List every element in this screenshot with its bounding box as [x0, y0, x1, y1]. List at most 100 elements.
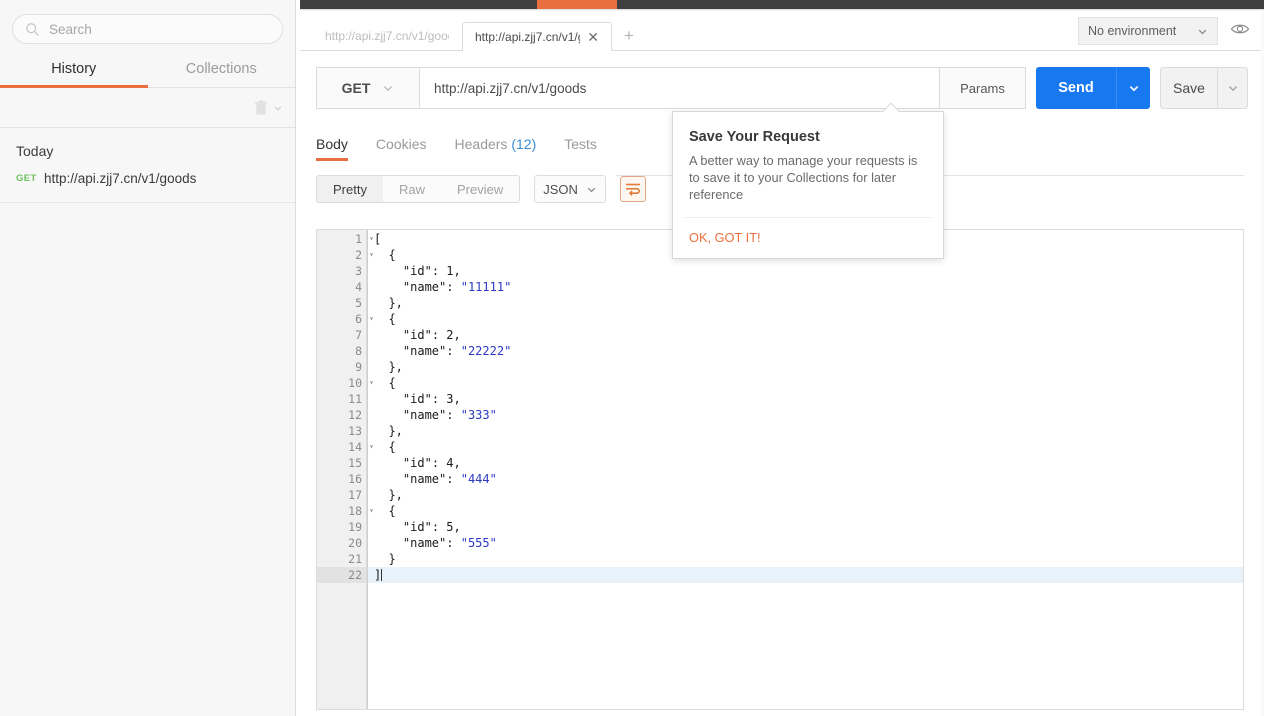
chevron-down-icon [1129, 85, 1138, 92]
request-tab-active[interactable]: http://api.zjj7.cn/v1/go ✕ [462, 22, 612, 51]
code-line: "name": "444" [368, 471, 1243, 487]
params-button[interactable]: Params [940, 67, 1026, 109]
code-token-pun: }, [388, 488, 403, 502]
code-line: "id": 4, [368, 455, 1243, 471]
code-token-pun: { [388, 312, 396, 326]
gutter-line: 7 [355, 328, 362, 342]
history-item-url: http://api.zjj7.cn/v1/goods [44, 171, 197, 186]
method-select[interactable]: GET [316, 67, 420, 109]
code-line: "id": 3, [368, 391, 1243, 407]
code-token-pun: : [446, 344, 461, 358]
send-button[interactable]: Send [1036, 67, 1116, 109]
history-item[interactable]: GET http://api.zjj7.cn/v1/goods [0, 159, 295, 198]
code-token-key: "id" [402, 392, 432, 406]
code-token-key: "id" [402, 328, 432, 342]
gutter-line: 12 [348, 408, 362, 422]
url-input[interactable] [434, 80, 925, 96]
history-group-label: Today [16, 143, 54, 159]
tab-cookies[interactable]: Cookies [376, 136, 427, 161]
editor-code-area[interactable]: [ { "id": 1, "name": "11111" }, { "id": … [367, 230, 1243, 709]
gutter-line: 16 [348, 472, 362, 486]
language-value: JSON [543, 181, 578, 197]
gutter-line: 13 [348, 424, 362, 438]
sidebar-tab-collections[interactable]: Collections [148, 54, 296, 87]
format-preview[interactable]: Preview [440, 176, 520, 202]
request-tab-background[interactable]: http://api.zjj7.cn/v1/goods [312, 21, 462, 50]
sidebar-tab-history[interactable]: History [0, 54, 148, 88]
tab-tests[interactable]: Tests [564, 136, 597, 161]
chevron-down-icon [1198, 29, 1207, 34]
code-token-pun: { [388, 440, 396, 454]
code-line: } [368, 551, 1243, 567]
code-token-key: "name" [402, 536, 447, 550]
tab-body[interactable]: Body [316, 136, 348, 161]
chevron-down-icon[interactable] [273, 103, 283, 113]
code-token-pun: { [388, 248, 396, 262]
code-token-pun: [ [374, 232, 382, 246]
code-token-pun: : [431, 392, 447, 406]
eye-icon[interactable] [1230, 22, 1250, 41]
gutter-line: 22 [317, 567, 366, 583]
history-item-method: GET [16, 173, 37, 184]
add-tab-button[interactable]: + [616, 21, 642, 50]
top-strip-accent [537, 0, 617, 9]
code-token-str: "11111" [460, 280, 512, 294]
gutter-line: 8 [355, 344, 362, 358]
gutter-line: 4 [355, 280, 362, 294]
code-token-str: "22222" [460, 344, 512, 358]
environment-value: No environment [1088, 24, 1177, 38]
code-line: }, [368, 359, 1243, 375]
format-pretty[interactable]: Pretty [317, 176, 383, 202]
gutter-line: 11 [348, 392, 362, 406]
gutter-line: 3 [355, 264, 362, 278]
sidebar-tabs: History Collections [0, 54, 295, 88]
code-token-pun: , [453, 520, 461, 534]
code-token-key: "id" [402, 456, 432, 470]
response-body-editor[interactable]: 1 ▾ 2 ▾ 3 4 5 6 ▾ 7 8 9 10 ▾ 11 12 13 14 ▾ 15 16 17 18 ▾ 19 20 21 2… [316, 229, 1244, 710]
postman-window: History Collections Today GET http://api… [0, 0, 1264, 716]
search-input[interactable] [49, 21, 270, 37]
code-token-pun: : [446, 280, 461, 294]
search-box[interactable] [12, 14, 283, 44]
popover-title: Save Your Request [689, 129, 820, 145]
code-line: "name": "22222" [368, 343, 1243, 359]
gutter-line: 6 ▾ [355, 312, 374, 326]
close-icon[interactable]: ✕ [587, 30, 599, 44]
save-button[interactable]: Save [1160, 67, 1218, 109]
code-line: { [368, 375, 1243, 391]
window-top-strip [300, 0, 1264, 9]
code-token-pun: }, [388, 424, 403, 438]
send-options-button[interactable] [1116, 67, 1150, 109]
gutter-line: 21 [348, 552, 362, 566]
save-options-button[interactable] [1218, 67, 1248, 109]
request-tab-bar: http://api.zjj7.cn/v1/goods http://api.z… [300, 11, 1264, 51]
code-token-pun: , [453, 392, 461, 406]
gutter-line: 20 [348, 536, 362, 550]
request-tab-label: http://api.zjj7.cn/v1/go [475, 30, 581, 44]
code-line: }, [368, 295, 1243, 311]
code-token-key: "id" [402, 264, 432, 278]
tab-headers-count: (12) [511, 136, 537, 152]
code-token-num: 2 [446, 328, 454, 342]
format-segmented-control: Pretty Raw Preview [316, 175, 521, 203]
format-raw[interactable]: Raw [382, 176, 441, 202]
editor-gutter: 1 ▾ 2 ▾ 3 4 5 6 ▾ 7 8 9 10 ▾ 11 12 13 14 ▾ 15 16 17 18 ▾ 19 20 21 2… [317, 230, 374, 709]
popover-ok-button[interactable]: OK, GOT IT! [673, 218, 943, 258]
search-icon [26, 22, 39, 36]
word-wrap-icon[interactable] [620, 176, 647, 202]
code-line: { [368, 439, 1243, 455]
code-token-pun: }, [388, 360, 403, 374]
url-input-wrapper[interactable] [420, 67, 940, 109]
sidebar-toolbar [0, 88, 295, 128]
gutter-line: 9 [355, 360, 362, 374]
code-line: "name": "555" [368, 535, 1243, 551]
code-line: { [368, 503, 1243, 519]
code-token-pun: : [446, 536, 461, 550]
environment-select[interactable]: No environment [1078, 17, 1218, 45]
language-select[interactable]: JSON [534, 175, 607, 203]
method-label: GET [341, 80, 371, 96]
tab-headers[interactable]: Headers (12) [455, 136, 537, 161]
code-line: "name": "333" [368, 407, 1243, 423]
code-token-num: 3 [446, 392, 454, 406]
trash-icon[interactable] [254, 99, 268, 116]
